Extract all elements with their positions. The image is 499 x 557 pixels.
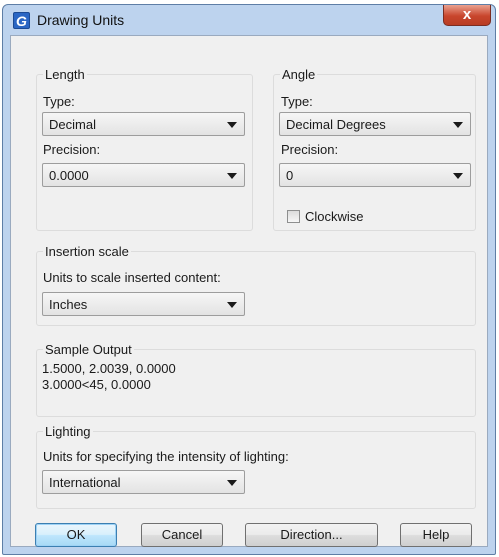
angle-precision-label: Precision: [281,142,339,157]
angle-precision-dropdown[interactable]: 0 [279,163,471,187]
close-button[interactable]: x [443,5,491,26]
dialog-title: Drawing Units [37,12,125,28]
sample-output-line-1: 1.5000, 2.0039, 0.0000 [42,361,176,376]
angle-legend: Angle [280,67,318,82]
chevron-down-icon [227,480,237,486]
angle-precision-value: 0 [286,168,294,183]
lighting-units-label: Units for specifying the intensity of li… [43,449,289,464]
direction-button[interactable]: Direction... [245,523,378,547]
chevron-down-icon [453,122,463,128]
drawing-units-dialog: G Drawing Units x Length Type: Decimal P… [2,4,496,555]
angle-type-value: Decimal Degrees [286,117,386,132]
cancel-button[interactable]: Cancel [141,523,223,547]
lighting-units-dropdown[interactable]: International [42,470,245,494]
insertion-units-dropdown[interactable]: Inches [42,292,245,316]
lighting-legend: Lighting [43,424,93,439]
angle-type-label: Type: [281,94,313,109]
length-precision-value: 0.0000 [49,168,89,183]
chevron-down-icon [227,122,237,128]
chevron-down-icon [227,173,237,179]
clockwise-label[interactable]: Clockwise [305,209,364,224]
length-precision-label: Precision: [43,142,101,157]
dialog-body: Length Type: Decimal Precision: 0.0000 A… [10,35,488,547]
lighting-units-value: International [49,475,121,490]
app-logo-icon: G [13,12,30,29]
angle-type-dropdown[interactable]: Decimal Degrees [279,112,471,136]
sample-output-line-2: 3.0000<45, 0.0000 [42,377,151,392]
sample-output-legend: Sample Output [43,342,134,357]
chevron-down-icon [453,173,463,179]
length-type-dropdown[interactable]: Decimal [42,112,245,136]
length-legend: Length [43,67,87,82]
length-precision-dropdown[interactable]: 0.0000 [42,163,245,187]
clockwise-checkbox[interactable] [287,210,300,223]
chevron-down-icon [227,302,237,308]
help-button[interactable]: Help [400,523,472,547]
insertion-scale-legend: Insertion scale [43,244,131,259]
length-type-label: Type: [43,94,75,109]
insertion-units-value: Inches [49,297,88,312]
title-bar[interactable]: G Drawing Units x [3,5,495,35]
length-type-value: Decimal [49,117,96,132]
ok-button[interactable]: OK [35,523,117,547]
insertion-units-label: Units to scale inserted content: [43,270,221,285]
